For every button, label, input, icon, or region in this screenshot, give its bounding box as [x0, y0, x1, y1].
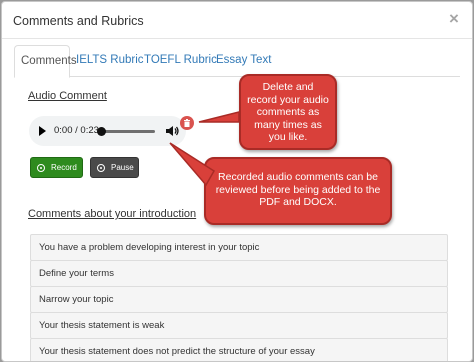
comment-list: You have a problem developing interest i… — [30, 234, 448, 361]
audio-time: 0:00 / 0:23 — [54, 125, 99, 136]
callout-pointer — [198, 111, 240, 123]
record-button[interactable]: Record — [30, 157, 83, 178]
modal-header: Comments and Rubrics × — [2, 2, 472, 39]
modal-title: Comments and Rubrics — [13, 14, 144, 28]
audio-comment-heading[interactable]: Audio Comment — [28, 90, 107, 102]
play-icon[interactable] — [39, 126, 46, 136]
audio-progress-knob[interactable] — [97, 127, 106, 136]
comments-rubrics-modal: Comments and Rubrics × Comments IELTS Ru… — [1, 1, 473, 362]
record-button-label: Record — [51, 163, 77, 172]
pause-button-label: Pause — [111, 163, 134, 172]
list-item[interactable]: You have a problem developing interest i… — [30, 234, 448, 261]
callout-delete-text: Delete and record your audio comments as… — [247, 81, 329, 143]
audio-progress-slider[interactable] — [97, 127, 155, 136]
callout-review-text: Recorded audio comments can be reviewed … — [215, 171, 381, 208]
trash-icon — [184, 119, 190, 127]
record-icon — [37, 164, 45, 172]
list-item[interactable]: Your thesis statement does not predict t… — [30, 338, 448, 361]
close-icon[interactable]: × — [446, 10, 462, 27]
audio-player[interactable]: 0:00 / 0:23 — [29, 116, 186, 146]
list-item[interactable]: Your thesis statement is weak — [30, 312, 448, 339]
list-item[interactable]: Define your terms — [30, 260, 448, 287]
tab-essay-text[interactable]: Essay Text — [210, 45, 277, 77]
callout-delete-note: Delete and record your audio comments as… — [198, 74, 337, 150]
tab-bar: Comments IELTS Rubric TOEFL Rubric Essay… — [14, 45, 460, 78]
list-item[interactable]: Narrow your topic — [30, 286, 448, 313]
callout-review-note: Recorded audio comments can be reviewed … — [169, 142, 392, 225]
volume-icon[interactable] — [165, 124, 179, 138]
tab-comments[interactable]: Comments — [14, 45, 77, 78]
pause-icon — [97, 164, 105, 172]
delete-audio-button[interactable] — [180, 116, 194, 130]
comments-section-heading[interactable]: Comments about your introduction — [28, 208, 196, 220]
pause-button[interactable]: Pause — [90, 157, 139, 178]
